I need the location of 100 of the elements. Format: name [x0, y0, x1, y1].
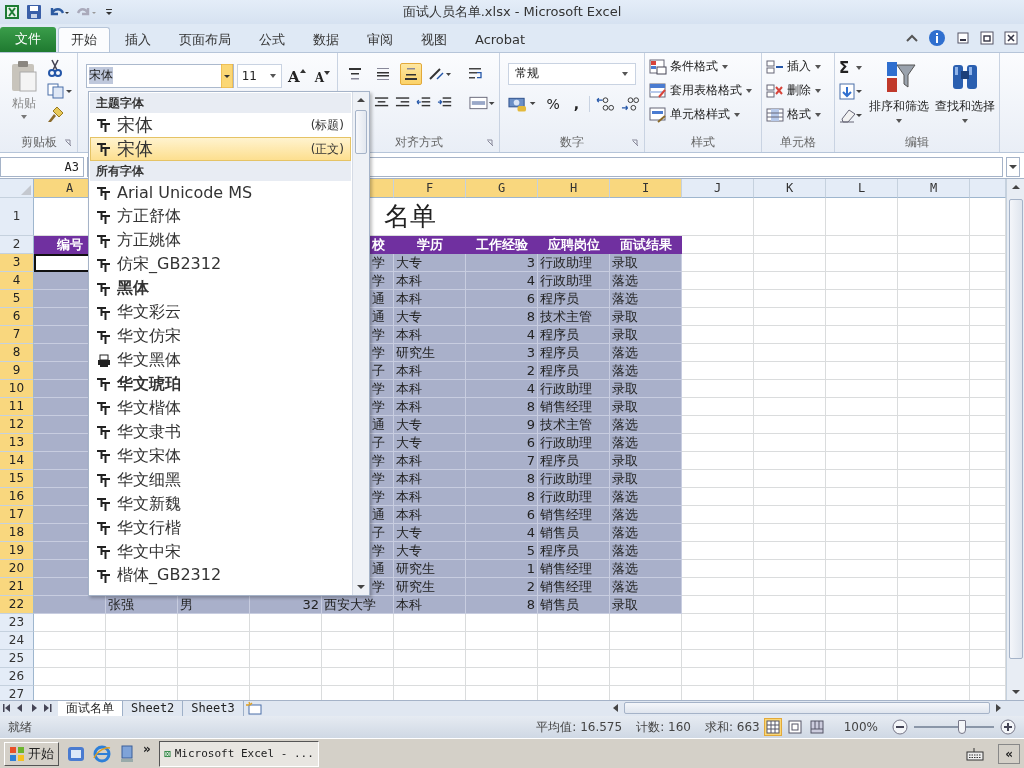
average-readout: 平均值: 16.575: [536, 718, 623, 736]
layout-view-button[interactable]: [785, 718, 804, 737]
table-cell: [898, 415, 970, 434]
merge-cells-icon[interactable]: [468, 94, 495, 111]
style-button[interactable]: 套用表格格式: [649, 80, 757, 101]
decrease-decimal-icon[interactable]: [621, 94, 640, 113]
fill-icon[interactable]: [839, 82, 863, 101]
normal-view-button[interactable]: [763, 718, 782, 737]
ribbon-tab[interactable]: 审阅: [354, 26, 406, 52]
expand-formula-icon[interactable]: [1006, 156, 1020, 177]
table-cell: [250, 613, 322, 632]
sort-filter-button[interactable]: 排序和筛选: [869, 58, 930, 134]
font-size-field[interactable]: 11: [236, 63, 283, 88]
row-header[interactable]: 1: [0, 197, 34, 236]
cells-button[interactable]: 插入: [766, 56, 830, 77]
style-button[interactable]: 条件格式: [649, 56, 757, 77]
wrap-text-icon[interactable]: [468, 65, 484, 82]
file-tab[interactable]: 文件: [0, 26, 56, 52]
column-header[interactable]: I: [610, 178, 682, 198]
format-painter-icon[interactable]: [47, 104, 65, 123]
ribbon-tab[interactable]: 公式: [246, 26, 298, 52]
taskbar-button[interactable]: Microsoft Excel - ...: [158, 740, 319, 767]
save-icon[interactable]: [26, 3, 42, 20]
bottom-align-button[interactable]: [400, 62, 422, 85]
sheet-tab[interactable]: 面试名单: [58, 700, 123, 716]
table-cell: [754, 667, 826, 686]
zoom-out-icon[interactable]: [892, 719, 908, 736]
table-cell: [826, 361, 898, 380]
increase-decimal-icon[interactable]: [596, 94, 616, 113]
zoom-level[interactable]: 100%: [843, 720, 878, 735]
name-box[interactable]: A3: [0, 156, 84, 177]
cells-button[interactable]: 删除: [766, 80, 830, 101]
dialog-launcher-icon[interactable]: [631, 138, 639, 147]
start-button[interactable]: 开始: [4, 741, 59, 766]
scroll-thumb[interactable]: [1008, 198, 1023, 659]
grow-font-button[interactable]: A: [285, 63, 309, 88]
collapse-ribbon-icon[interactable]: [906, 32, 918, 43]
scroll-thumb[interactable]: [624, 702, 990, 715]
table-cell: [610, 613, 682, 632]
zoom-in-icon[interactable]: [1000, 719, 1016, 736]
help-icon[interactable]: [928, 28, 946, 47]
dropdown-scrollbar[interactable]: [352, 92, 369, 595]
layout-view-icon: [787, 720, 802, 735]
vertical-scrollbar[interactable]: [1006, 178, 1024, 700]
ribbon-tab[interactable]: 开始: [58, 26, 110, 52]
orientation-icon[interactable]: [428, 65, 452, 82]
column-header[interactable]: J: [682, 178, 754, 198]
close-icon[interactable]: [1004, 30, 1018, 45]
table-cell: [826, 289, 898, 308]
ribbon-tab[interactable]: 页面布局: [166, 26, 244, 52]
dialog-launcher-icon[interactable]: [64, 138, 72, 147]
ribbon-tab[interactable]: Acrobat: [462, 26, 539, 52]
bottom-align-icon: [404, 66, 418, 81]
desktop-icon[interactable]: [67, 744, 85, 763]
scroll-thumb[interactable]: [355, 110, 367, 154]
pagebreak-view-button[interactable]: [807, 718, 826, 737]
percent-button[interactable]: %: [542, 95, 564, 112]
browser-icon[interactable]: [93, 744, 111, 763]
dialog-launcher-icon[interactable]: [486, 138, 494, 147]
zoom-slider-thumb[interactable]: [958, 720, 966, 735]
table-cell: [34, 667, 106, 686]
cut-icon[interactable]: [47, 58, 63, 77]
restore-icon[interactable]: [980, 30, 994, 45]
copy-icon[interactable]: [47, 82, 73, 99]
table-cell: [538, 631, 610, 650]
ribbon-tab[interactable]: 视图: [408, 26, 460, 52]
truetype-icon: [97, 401, 111, 416]
table-cell: [178, 649, 250, 668]
style-button[interactable]: 单元格样式: [649, 104, 757, 125]
column-header[interactable]: L: [826, 178, 898, 198]
excel-icon[interactable]: [4, 3, 20, 20]
find-select-button[interactable]: 查找和选择: [935, 58, 996, 134]
column-header[interactable]: F: [394, 178, 466, 198]
column-header[interactable]: M: [898, 178, 970, 198]
comma-button[interactable]: ,: [569, 95, 584, 112]
font-name-field[interactable]: 宋体: [86, 63, 234, 88]
keyboard-icon[interactable]: [966, 746, 985, 761]
ribbon-tab[interactable]: 数据: [300, 26, 352, 52]
more-button[interactable]: »: [143, 742, 151, 757]
shrink-font-button[interactable]: A: [311, 63, 333, 88]
column-header[interactable]: G: [466, 178, 538, 198]
table-cell: [754, 613, 826, 632]
sheet-tab[interactable]: Sheet3: [183, 700, 244, 716]
number-format-field[interactable]: 常规: [508, 62, 636, 85]
table-cell: [682, 235, 754, 254]
sheet-tab[interactable]: Sheet2: [123, 700, 184, 716]
cell-style-icon: [649, 106, 667, 123]
show-hidden-icons-button[interactable]: «: [998, 743, 1020, 764]
table-cell: [898, 505, 970, 524]
column-header[interactable]: H: [538, 178, 610, 198]
ribbon-tab[interactable]: 插入: [112, 26, 164, 52]
font-option[interactable]: 宋体 (标题): [90, 113, 351, 137]
autosum-button[interactable]: Σ: [839, 58, 864, 77]
dropdown-button[interactable]: [220, 63, 233, 88]
minimize-icon[interactable]: [956, 30, 970, 45]
column-header[interactable]: K: [754, 178, 826, 198]
table-cell: [898, 289, 970, 308]
cells-button[interactable]: 格式: [766, 104, 830, 125]
computer-icon[interactable]: [119, 744, 135, 763]
font-option[interactable]: 宋体 (正文): [90, 137, 351, 161]
